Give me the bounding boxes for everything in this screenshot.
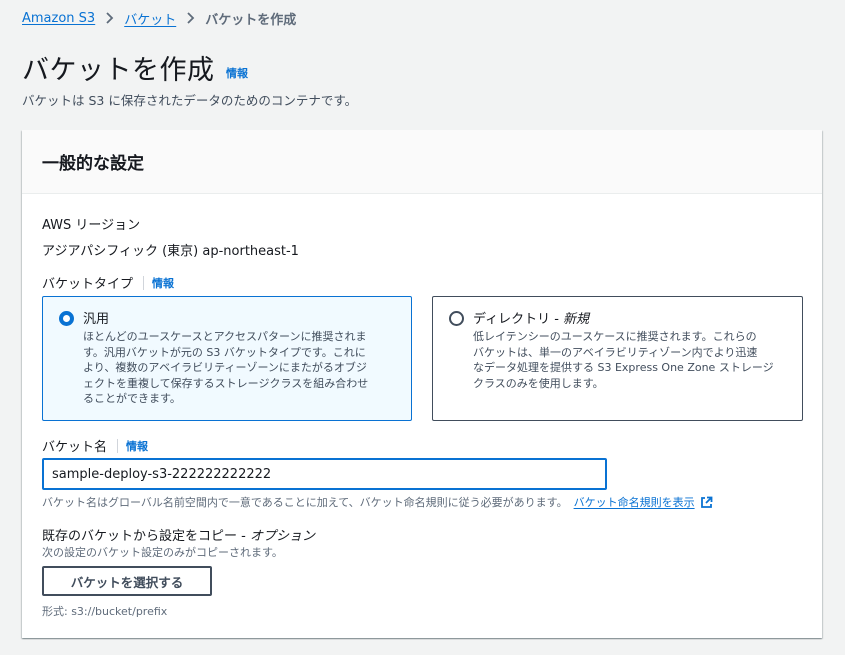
bucket-name-hint: バケット名はグローバル名前空間内で一意であることに加えて、バケット命名規則に従う… [42, 494, 713, 510]
panel-title: 一般的な設定 [42, 154, 144, 174]
copy-settings-description: 次の設定のバケット設定のみがコピーされます。 [42, 546, 283, 559]
breadcrumb: Amazon S3 バケット バケットを作成 [22, 8, 296, 28]
breadcrumb-buckets[interactable]: バケット [124, 9, 176, 28]
tile-title: 汎用 [83, 312, 110, 327]
radio-selected-icon[interactable] [59, 311, 74, 326]
bucket-type-label-row: バケットタイプ 情報 [42, 273, 174, 292]
chevron-right-icon [105, 12, 114, 24]
tile-desc-line: ることができます。 [83, 392, 181, 405]
bucket-type-info-link[interactable]: 情報 [152, 275, 174, 291]
chevron-right-icon [186, 12, 195, 24]
page-title: バケットを作成 [22, 55, 215, 86]
page-description: バケットは S3 に保存されたデータのためのコンテナです。 [22, 93, 358, 108]
copy-settings-label-text: 既存のバケットから設定をコピー - [42, 529, 250, 544]
bucket-name-label: バケット名 [42, 440, 108, 455]
breadcrumb-amazon-s3[interactable]: Amazon S3 [22, 11, 95, 26]
bucket-name-input[interactable] [42, 458, 607, 490]
bucket-type-general-purpose-tile[interactable]: 汎用 ほとんどのユースケースとアクセスパターンに推奨されま す。汎用バケットが元… [42, 296, 412, 421]
region-label: AWS リージョン [42, 218, 141, 233]
bucket-name-hint-text: バケット名はグローバル名前空間内で一意であることに加えて、バケット命名規則に従う… [42, 496, 568, 509]
external-link-icon[interactable] [700, 496, 713, 509]
divider [143, 275, 145, 290]
header-info-link[interactable]: 情報 [226, 65, 248, 81]
radio-unselected-icon[interactable] [449, 311, 464, 326]
bucket-name-info-link[interactable]: 情報 [126, 438, 148, 454]
bucket-type-label: バケットタイプ [42, 277, 134, 292]
format-hint: 形式: s3://bucket/prefix [42, 605, 168, 618]
tile-desc-line: 低レイテンシーのユースケースに推奨されます。これらの [473, 330, 757, 343]
new-badge: 新規 [563, 312, 590, 327]
tile-desc-line: ェクトを重複して保存するストレージクラスを組み合わせ [83, 376, 369, 390]
bucket-type-directory-tile[interactable]: ディレクトリ - 新規 低レイテンシーのユースケースに推奨されます。これらの バ… [432, 296, 803, 421]
panel-header: 一般的な設定 [22, 130, 822, 194]
tile-desc-line: す。汎用バケットが元の S3 バケットタイプです。これに [83, 345, 366, 359]
optional-text: オプション [249, 529, 315, 544]
tile-description: 低レイテンシーのユースケースに推奨されます。これらの バケットは、単一のアベイラ… [473, 329, 792, 391]
copy-settings-label: 既存のバケットから設定をコピー - オプション [42, 525, 315, 544]
divider [117, 438, 119, 453]
tile-title-text: ディレクトリ - [473, 312, 564, 327]
tile-description: ほとんどのユースケースとアクセスパターンに推奨されま す。汎用バケットが元の S… [83, 329, 401, 407]
general-configuration-panel: 一般的な設定 AWS リージョン アジアパシフィック (東京) ap-north… [22, 130, 822, 638]
tile-desc-line: クラスのみを使用します。 [473, 376, 604, 390]
tile-desc-line: ほとんどのユースケースとアクセスパターンに推奨されま [83, 330, 367, 343]
bucket-name-label-row: バケット名 情報 [42, 436, 148, 455]
tile-desc-line: なデータ処理を提供する S3 Express One Zone ストレージ [473, 361, 774, 374]
naming-rules-link[interactable]: バケット命名規則を表示 [574, 494, 695, 510]
tile-desc-line: バケットは、単一のアベイラビリティゾーン内でより迅速 [473, 345, 758, 359]
choose-bucket-button[interactable]: バケットを選択する [42, 566, 212, 596]
tile-title: ディレクトリ - 新規 [473, 308, 589, 327]
breadcrumb-current: バケットを作成 [205, 12, 297, 28]
tile-desc-line: より、複数のアベイラビリティーゾーンにまたがるオブジ [83, 361, 367, 374]
region-value: アジアパシフィック (東京) ap-northeast-1 [42, 244, 299, 259]
